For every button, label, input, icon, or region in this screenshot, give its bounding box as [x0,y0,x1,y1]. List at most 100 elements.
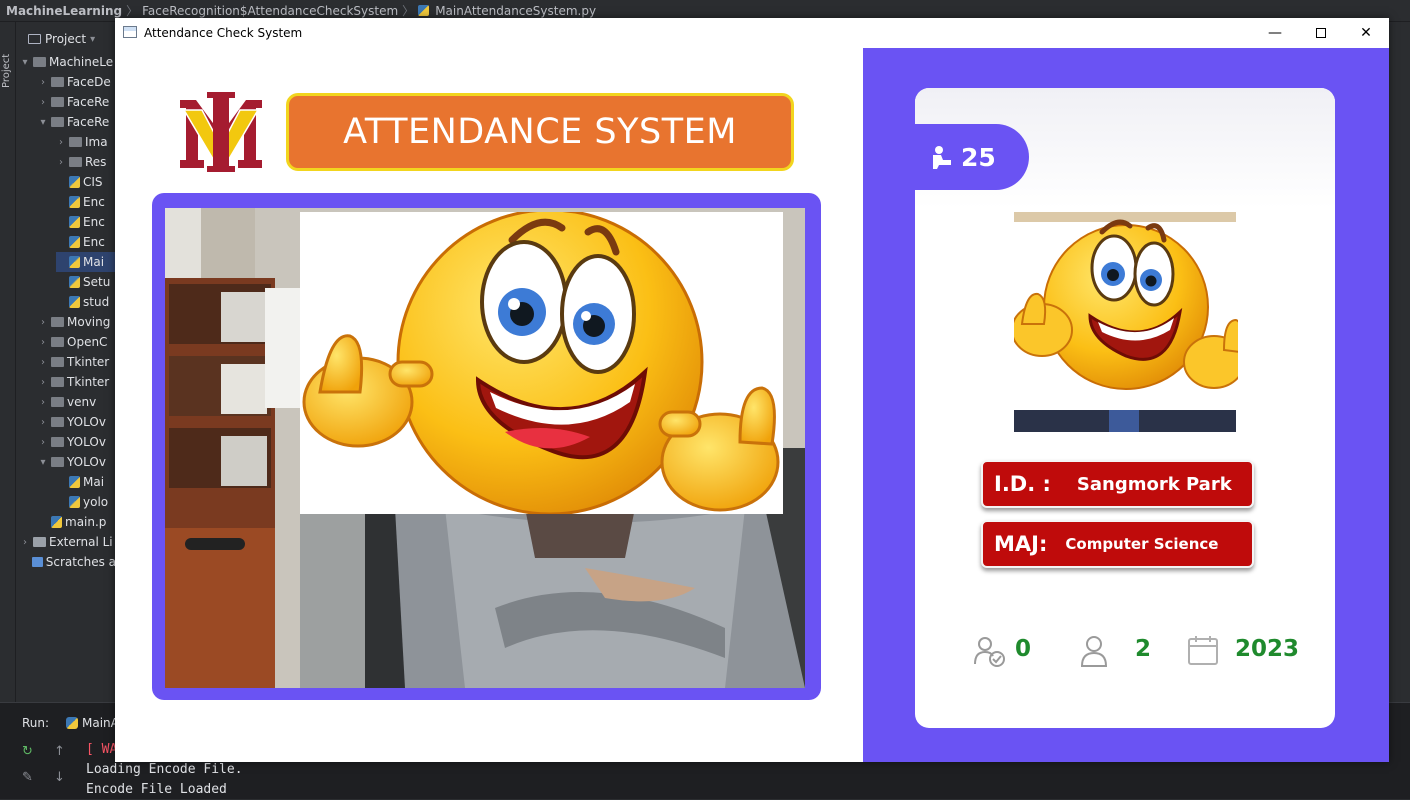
expand-arrow-icon[interactable]: › [38,377,48,388]
run-label: Run: [22,716,50,730]
total-attendance-badge: 25 [915,124,1029,190]
chevron-down-icon[interactable]: ▾ [90,34,95,45]
tree-item[interactable]: ▾ FaceRe [38,112,116,132]
stats-row: 0 2 2023 [943,624,1313,678]
breadcrumb-file[interactable]: MainAttendanceSystem.py [435,4,596,18]
folder-icon [51,337,64,347]
tree-item[interactable]: Enc [56,232,116,252]
folder-icon [51,417,64,427]
expand-arrow-icon[interactable]: › [38,437,48,448]
tree-item[interactable]: ▾ MachineLe [20,52,116,72]
tree-item[interactable]: › Res [56,152,116,172]
folder-icon [51,357,64,367]
tree-item[interactable]: › Moving [38,312,116,332]
rerun-icon[interactable]: ↻ [22,744,33,759]
tree-item[interactable]: stud [56,292,116,312]
tree-item[interactable]: › FaceDe [38,72,116,92]
tree-item[interactable]: › venv [38,392,116,412]
id-value: Sangmork Park [1076,473,1232,495]
maximize-button[interactable] [1298,18,1344,48]
project-tool-tab[interactable]: Project [1,54,12,88]
tree-item[interactable]: main.p [38,512,116,532]
id-label: I.D. : [994,472,1051,496]
calendar-icon [1188,636,1218,665]
minimize-button[interactable]: — [1252,18,1298,48]
close-icon: ✕ [1360,25,1372,41]
python-file-icon [69,216,80,228]
breadcrumb-separator: 〉 [126,4,139,18]
console-line: Encode File Loaded [86,782,227,797]
tree-item[interactable]: › OpenC [38,332,116,352]
breadcrumb-project[interactable]: MachineLearning [6,4,122,18]
expand-arrow-icon[interactable]: ▾ [20,57,30,68]
tree-item[interactable]: ▾ YOLOv [38,452,116,472]
expand-arrow-icon[interactable]: › [38,317,48,328]
project-panel-header[interactable]: Project ▾ [16,28,116,50]
expand-arrow-icon[interactable]: › [38,337,48,348]
expand-arrow-icon[interactable]: › [20,537,30,548]
scratches-icon [31,557,43,567]
smiley-thumbs-emoji [302,208,780,516]
tree-item-label: Tkinter [67,375,110,389]
user-icon [1080,636,1108,667]
scroll-down-icon[interactable]: ↓ [54,770,65,785]
tree-item[interactable]: › YOLOv [38,412,116,432]
tree-item-label: OpenC [67,335,108,349]
python-file-icon [69,236,80,248]
minimize-icon: — [1268,25,1282,41]
tree-item-label: yolo [83,495,109,509]
tree-item[interactable]: Enc [56,192,116,212]
tree-item-label: FaceDe [67,75,111,89]
folder-icon [51,117,64,127]
expand-arrow-icon[interactable]: › [56,157,66,168]
expand-arrow-icon[interactable]: › [38,357,48,368]
expand-arrow-icon[interactable]: ▾ [38,457,48,468]
scroll-up-icon[interactable]: ↑ [54,744,65,759]
tree-item[interactable]: Mai [56,252,116,272]
student-info-panel: 25 I.D.: Sangmork Park MAJ: Computer Sc… [863,48,1389,762]
expand-arrow-icon[interactable]: › [56,137,66,148]
ide-tool-strip: Project [0,22,16,702]
tree-item[interactable]: › External Li [20,532,116,552]
tree-item-label: Scratches a [45,555,116,569]
tree-item[interactable]: › Tkinter [38,352,116,372]
expand-arrow-icon[interactable]: › [38,397,48,408]
tree-item[interactable]: CIS [56,172,116,192]
student-photo [1014,212,1238,434]
title-banner: ATTENDANCE SYSTEM [286,93,794,171]
tree-item-label: External Li [49,535,113,549]
tree-item[interactable]: Mai [56,472,116,492]
close-button[interactable]: ✕ [1343,18,1389,48]
expand-arrow-icon[interactable]: › [38,77,48,88]
expand-arrow-icon[interactable]: › [38,417,48,428]
vmi-logo [180,92,262,172]
tree-item[interactable]: › Tkinter [38,372,116,392]
tree-item-label: Mai [83,255,105,269]
tree-item[interactable]: Scratches a [20,552,116,572]
expand-arrow-icon[interactable]: › [38,97,48,108]
tree-item-label: YOLOv [67,455,106,469]
tree-item[interactable]: › FaceRe [38,92,116,112]
tree-item[interactable]: Setu [56,272,116,292]
stat-value-starting-year: 2023 [1235,636,1300,662]
tree-item[interactable]: › YOLOv [38,432,116,452]
python-file-icon [69,276,80,288]
breadcrumb-folder[interactable]: FaceRecognition$AttendanceCheckSystem [142,4,398,18]
window-titlebar[interactable]: Attendance Check System — ✕ [115,18,1389,48]
tree-item-label: Enc [83,195,105,209]
run-tab[interactable]: MainA [66,716,119,730]
wrench-icon[interactable]: ✎ [22,770,33,785]
folder-icon [51,397,64,407]
tree-item-label: Mai [83,475,105,489]
attendance-window: Attendance Check System — ✕ ATTENDANCE S… [115,18,1389,762]
camera-frame [152,193,821,700]
tree-item[interactable]: › Ima [56,132,116,152]
major-label: MAJ: [994,532,1048,556]
tree-item-label: stud [83,295,110,309]
tree-item[interactable]: Enc [56,212,116,232]
tree-item-label: MachineLe [49,55,114,69]
tree-item[interactable]: yolo [56,492,116,512]
tree-item-label: Enc [83,235,105,249]
expand-arrow-icon[interactable]: ▾ [38,117,48,128]
tree-item-label: Ima [85,135,108,149]
